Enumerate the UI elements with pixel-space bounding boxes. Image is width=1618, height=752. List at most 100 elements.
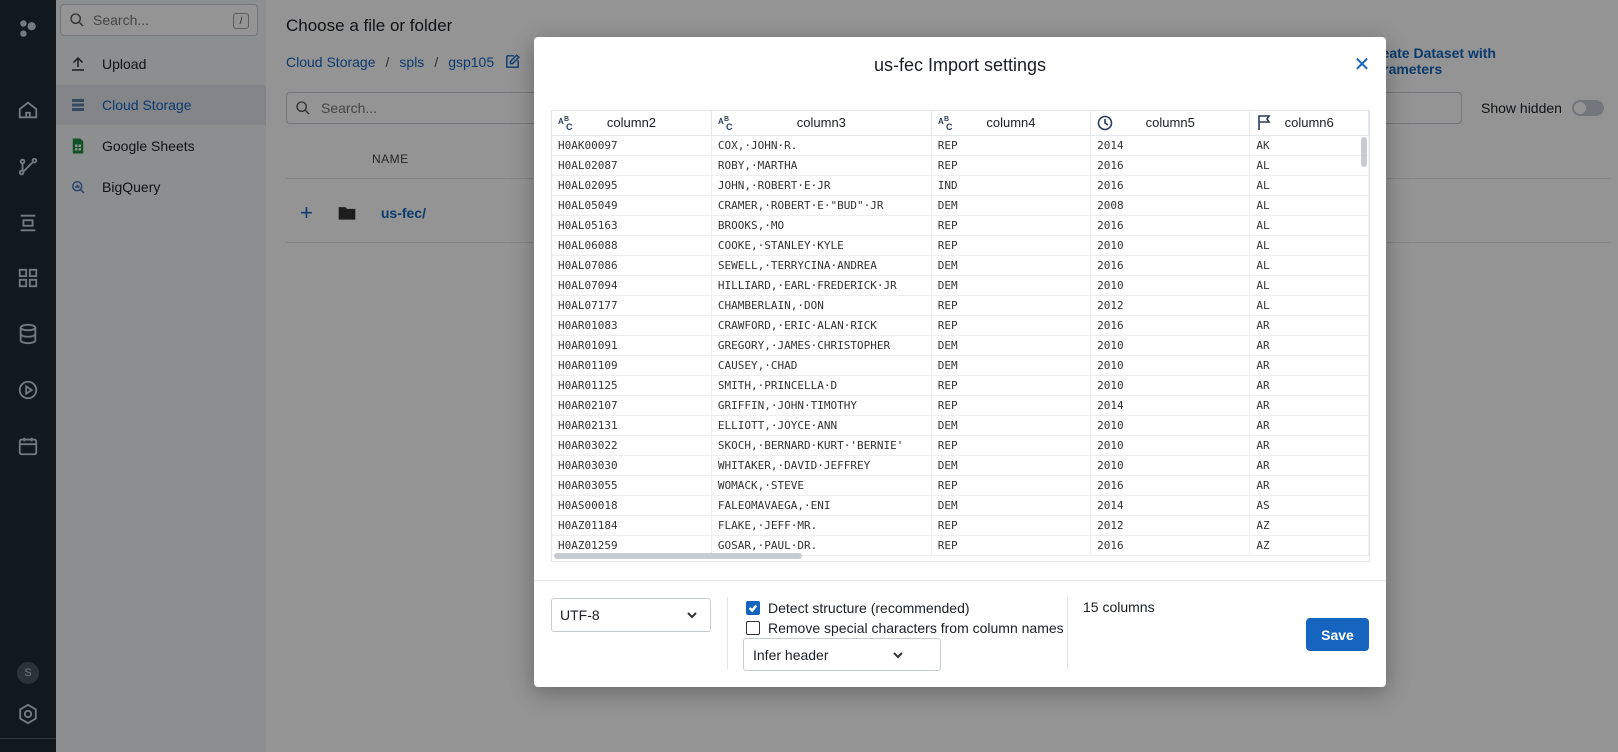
table-cell[interactable]: AL bbox=[1249, 275, 1369, 296]
table-cell[interactable]: H0AL02095 bbox=[552, 175, 712, 196]
table-cell[interactable]: SEWELL,·TERRYCINA·ANDREA bbox=[711, 255, 932, 276]
table-cell[interactable]: 2010 bbox=[1090, 455, 1251, 476]
table-cell[interactable]: REP bbox=[931, 215, 1092, 236]
table-cell[interactable]: 2012 bbox=[1090, 295, 1251, 316]
table-cell[interactable]: 2016 bbox=[1090, 535, 1251, 556]
header-option-select[interactable]: Infer header bbox=[743, 638, 941, 671]
table-cell[interactable]: AZ bbox=[1249, 535, 1369, 556]
table-cell[interactable]: H0AR03022 bbox=[552, 435, 712, 456]
table-cell[interactable]: FLAKE,·JEFF·MR. bbox=[711, 515, 932, 536]
table-cell[interactable]: H0AL07094 bbox=[552, 275, 712, 296]
table-cell[interactable]: AR bbox=[1249, 395, 1369, 416]
table-cell[interactable]: REP bbox=[931, 135, 1092, 156]
table-cell[interactable]: COX,·JOHN·R. bbox=[711, 135, 932, 156]
table-cell[interactable]: 2010 bbox=[1090, 275, 1251, 296]
table-cell[interactable]: AS bbox=[1249, 495, 1369, 516]
table-cell[interactable]: DEM bbox=[931, 335, 1092, 356]
table-cell[interactable]: CRAMER,·ROBERT·E·"BUD"·JR bbox=[711, 195, 932, 216]
table-cell[interactable]: SKOCH,·BERNARD·KURT·'BERNIE' bbox=[711, 435, 932, 456]
table-cell[interactable]: COOKE,·STANLEY·KYLE bbox=[711, 235, 932, 256]
table-cell[interactable]: ROBY,·MARTHA bbox=[711, 155, 932, 176]
table-cell[interactable]: H0AS00018 bbox=[552, 495, 712, 516]
table-cell[interactable]: 2016 bbox=[1090, 255, 1251, 276]
table-cell[interactable]: DEM bbox=[931, 495, 1092, 516]
table-cell[interactable]: REP bbox=[931, 315, 1092, 336]
table-cell[interactable]: DEM bbox=[931, 195, 1092, 216]
table-cell[interactable]: 2014 bbox=[1090, 495, 1251, 516]
table-cell[interactable]: GOSAR,·PAUL·DR. bbox=[711, 535, 932, 556]
table-cell[interactable]: AZ bbox=[1249, 515, 1369, 536]
table-cell[interactable]: AL bbox=[1249, 235, 1369, 256]
table-cell[interactable]: AR bbox=[1249, 315, 1369, 336]
table-cell[interactable]: CHAMBERLAIN,·DON bbox=[711, 295, 932, 316]
table-cell[interactable]: H0AL05163 bbox=[552, 215, 712, 236]
table-cell[interactable]: 2010 bbox=[1090, 435, 1251, 456]
table-cell[interactable]: DEM bbox=[931, 275, 1092, 296]
table-cell[interactable]: CAUSEY,·CHAD bbox=[711, 355, 932, 376]
table-cell[interactable]: H0AL07086 bbox=[552, 255, 712, 276]
table-cell[interactable]: AR bbox=[1249, 335, 1369, 356]
detect-structure-checkbox[interactable]: Detect structure (recommended) bbox=[746, 600, 970, 616]
table-cell[interactable]: REP bbox=[931, 475, 1092, 496]
table-cell[interactable]: AR bbox=[1249, 355, 1369, 376]
table-cell[interactable]: 2010 bbox=[1090, 355, 1251, 376]
table-cell[interactable]: AL bbox=[1249, 175, 1369, 196]
table-cell[interactable]: H0AR03030 bbox=[552, 455, 712, 476]
remove-special-checkbox[interactable]: Remove special characters from column na… bbox=[746, 620, 1064, 636]
table-cell[interactable]: H0AR01083 bbox=[552, 315, 712, 336]
table-cell[interactable]: ELLIOTT,·JOYCE·ANN bbox=[711, 415, 932, 436]
table-cell[interactable]: H0AR01091 bbox=[552, 335, 712, 356]
checkbox-checked[interactable] bbox=[746, 601, 760, 615]
table-cell[interactable]: CRAWFORD,·ERIC·ALAN·RICK bbox=[711, 315, 932, 336]
table-cell[interactable]: 2012 bbox=[1090, 515, 1251, 536]
table-cell[interactable]: 2010 bbox=[1090, 375, 1251, 396]
table-cell[interactable]: REP bbox=[931, 435, 1092, 456]
table-cell[interactable]: 2016 bbox=[1090, 155, 1251, 176]
table-cell[interactable]: 2014 bbox=[1090, 135, 1251, 156]
table-cell[interactable]: GRIFFIN,·JOHN·TIMOTHY bbox=[711, 395, 932, 416]
table-cell[interactable]: H0AZ01184 bbox=[552, 515, 712, 536]
table-cell[interactable]: AR bbox=[1249, 375, 1369, 396]
table-cell[interactable]: AR bbox=[1249, 455, 1369, 476]
table-cell[interactable]: REP bbox=[931, 395, 1092, 416]
table-cell[interactable]: 2010 bbox=[1090, 235, 1251, 256]
table-cell[interactable]: IND bbox=[931, 175, 1092, 196]
table-cell[interactable]: REP bbox=[931, 155, 1092, 176]
table-cell[interactable]: JOHN,·ROBERT·E·JR bbox=[711, 175, 932, 196]
table-cell[interactable]: DEM bbox=[931, 255, 1092, 276]
table-cell[interactable]: DEM bbox=[931, 455, 1092, 476]
table-cell[interactable]: REP bbox=[931, 235, 1092, 256]
table-cell[interactable]: H0AR02131 bbox=[552, 415, 712, 436]
table-cell[interactable]: REP bbox=[931, 295, 1092, 316]
horizontal-scrollbar[interactable] bbox=[554, 553, 802, 559]
table-cell[interactable]: AR bbox=[1249, 415, 1369, 436]
table-cell[interactable]: 2016 bbox=[1090, 175, 1251, 196]
column-header-column5[interactable]: column5 bbox=[1090, 111, 1251, 136]
table-cell[interactable]: 2008 bbox=[1090, 195, 1251, 216]
save-button[interactable]: Save bbox=[1306, 618, 1369, 651]
table-cell[interactable]: AR bbox=[1249, 435, 1369, 456]
table-cell[interactable]: 2014 bbox=[1090, 395, 1251, 416]
table-cell[interactable]: REP bbox=[931, 515, 1092, 536]
table-cell[interactable]: WHITAKER,·DAVID·JEFFREY bbox=[711, 455, 932, 476]
table-cell[interactable]: WOMACK,·STEVE bbox=[711, 475, 932, 496]
table-cell[interactable]: AL bbox=[1249, 195, 1369, 216]
table-cell[interactable]: H0AZ01259 bbox=[552, 535, 712, 556]
close-icon[interactable]: ✕ bbox=[1352, 55, 1372, 75]
table-cell[interactable]: H0AL02087 bbox=[552, 155, 712, 176]
preview-grid[interactable]: A B Ccolumn2 A B Ccolumn3 A B Ccolumn4 column5 col… bbox=[551, 110, 1370, 562]
table-cell[interactable]: H0AR01125 bbox=[552, 375, 712, 396]
table-cell[interactable]: AK bbox=[1249, 135, 1369, 156]
table-cell[interactable]: H0AR03055 bbox=[552, 475, 712, 496]
column-header-column3[interactable]: A B Ccolumn3 bbox=[711, 111, 932, 136]
column-header-column4[interactable]: A B Ccolumn4 bbox=[931, 111, 1092, 136]
table-cell[interactable]: 2016 bbox=[1090, 315, 1251, 336]
encoding-select[interactable]: UTF-8 bbox=[551, 598, 711, 632]
table-cell[interactable]: AR bbox=[1249, 475, 1369, 496]
table-cell[interactable]: H0AR02107 bbox=[552, 395, 712, 416]
table-cell[interactable]: 2010 bbox=[1090, 415, 1251, 436]
table-cell[interactable]: BROOKS,·MO bbox=[711, 215, 932, 236]
table-cell[interactable]: AL bbox=[1249, 215, 1369, 236]
table-cell[interactable]: HILLIARD,·EARL·FREDERICK·JR bbox=[711, 275, 932, 296]
table-cell[interactable]: FALEOMAVAEGA,·ENI bbox=[711, 495, 932, 516]
